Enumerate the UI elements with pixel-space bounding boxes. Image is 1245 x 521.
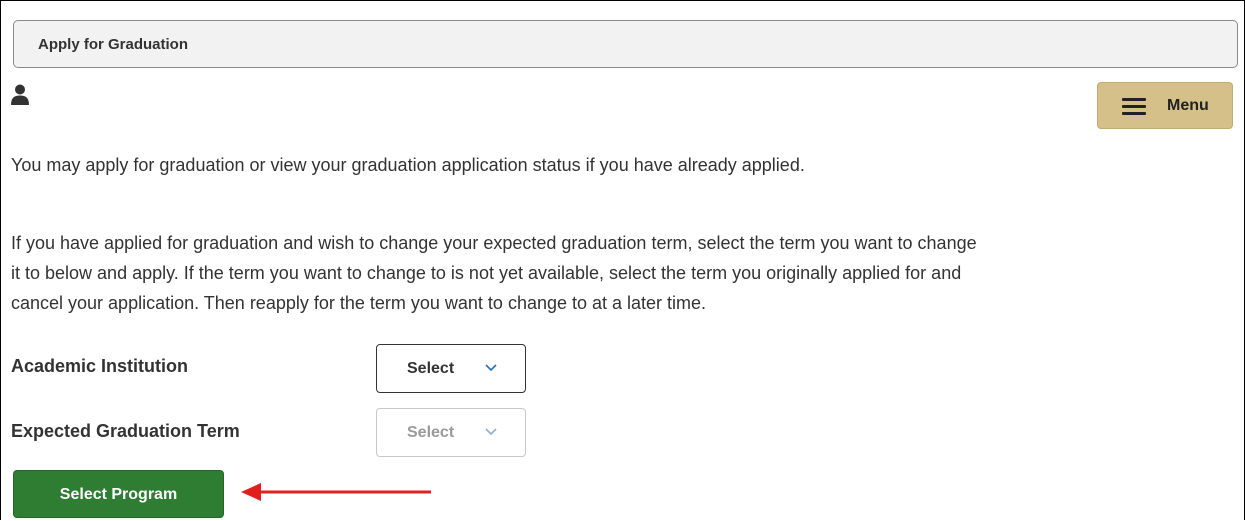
intro-text: You may apply for graduation or view you… — [11, 155, 805, 175]
expected-graduation-term-value: Select — [407, 424, 455, 441]
instructions-line: If you have applied for graduation and w… — [11, 233, 977, 253]
hamburger-icon — [1122, 98, 1146, 116]
chevron-down-icon — [485, 428, 497, 436]
instructions-line: cancel your application. Then reapply fo… — [11, 293, 707, 313]
select-program-label: Select Program — [59, 486, 178, 503]
menu-button[interactable]: Menu — [1097, 82, 1233, 129]
menu-label: Menu — [1167, 97, 1209, 114]
expected-graduation-term-label: Expected Graduation Term — [11, 421, 240, 441]
instructions-text: If you have applied for graduation and w… — [11, 228, 1243, 318]
arrow-left-icon — [241, 483, 431, 501]
person-icon — [11, 84, 29, 105]
academic-institution-value: Select — [407, 360, 455, 377]
chevron-down-icon — [485, 364, 497, 372]
instructions-line: it to below and apply. If the term you w… — [11, 263, 962, 283]
academic-institution-label: Academic Institution — [11, 356, 189, 376]
page-header: Apply for Graduation — [13, 20, 1238, 68]
page-title: Apply for Graduation — [38, 36, 188, 53]
academic-institution-select[interactable]: Select — [376, 344, 526, 393]
page-frame: Apply for Graduation Menu You may apply … — [0, 0, 1245, 520]
expected-graduation-term-select[interactable]: Select — [376, 408, 526, 457]
select-program-button[interactable]: Select Program — [13, 470, 224, 518]
